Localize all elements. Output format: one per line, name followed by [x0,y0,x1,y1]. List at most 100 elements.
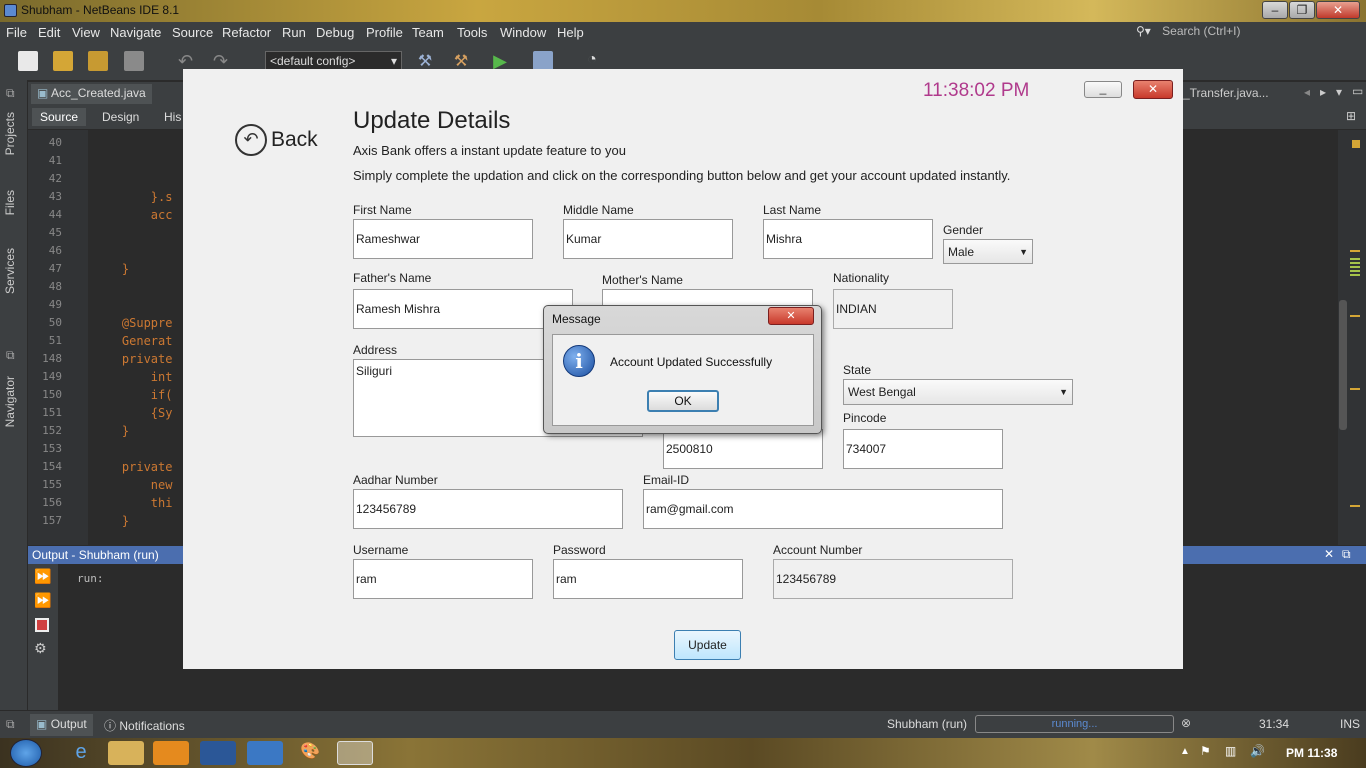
marker-5[interactable] [1350,505,1360,507]
marker-4[interactable] [1350,388,1360,390]
navigator-tab[interactable]: Navigator [3,376,17,427]
username-label: Username [353,543,409,557]
password-field[interactable]: ram [553,559,743,599]
message-body: i Account Updated Successfully OK [552,334,814,426]
tab-source[interactable]: Source [32,108,87,126]
menu-refactor[interactable]: Refactor [222,25,271,40]
menu-tools[interactable]: Tools [457,25,487,40]
gender-select[interactable]: Male ▼ [943,239,1033,264]
internet-explorer-icon[interactable]: e [63,741,99,765]
config-select[interactable]: <default config> ▾ [265,51,402,71]
java-app-taskbar-icon[interactable] [337,741,373,765]
menu-view[interactable]: View [72,25,100,40]
maximize-editor-icon[interactable]: ▭ [1352,84,1363,98]
split-add-icon[interactable]: ⊞ [1346,109,1356,123]
editor-tab-acc-created[interactable]: ▣ Acc_Created.java [31,84,152,104]
warning-marker[interactable] [1352,140,1360,148]
tab-list-dropdown-icon[interactable]: ▾ [1336,85,1342,99]
scroll-tabs-right-icon[interactable]: ▸ [1320,85,1326,99]
save-all-icon[interactable] [124,51,144,71]
menu-window[interactable]: Window [500,25,546,40]
action-center-flag-icon[interactable]: ⚑ [1200,744,1211,758]
menu-navigate[interactable]: Navigate [110,25,161,40]
close-window-button[interactable]: ✕ [1316,1,1360,19]
back-arrow-icon[interactable]: ↶ [235,124,267,156]
restore-group-icon[interactable]: ⧉ [6,86,15,101]
files-tab[interactable]: Files [3,190,17,215]
show-hidden-icons-icon[interactable]: ▲ [1180,746,1190,757]
close-dialog-button[interactable]: ✕ [1133,80,1173,99]
father-name-field[interactable]: Ramesh Mishra [353,289,573,329]
aadhar-field[interactable]: 123456789 [353,489,623,529]
undo-icon[interactable]: ↶ [178,51,198,71]
paint-icon[interactable]: 🎨 [292,741,328,765]
subtitle-1: Axis Bank offers a instant update featur… [353,143,626,158]
start-button[interactable] [10,739,42,767]
redo-icon[interactable]: ↷ [213,51,233,71]
minimize-window-button[interactable]: – [1262,1,1288,19]
first-name-field[interactable]: Rameshwar [353,219,533,259]
new-file-icon[interactable] [18,51,38,71]
phone-field[interactable]: 2500810 [663,429,823,469]
file-explorer-icon[interactable] [108,741,144,765]
scroll-tabs-left-icon[interactable]: ◂ [1304,85,1310,99]
marker-1[interactable] [1350,250,1360,252]
line-number: 45 [48,226,62,239]
update-button[interactable]: Update [674,630,741,660]
rerun-icon[interactable]: ⏩ [34,568,51,585]
state-select[interactable]: West Bengal ▼ [843,379,1073,405]
editor-scrollbar[interactable] [1339,300,1347,430]
rerun-different-icon[interactable]: ⏩ [34,592,51,609]
close-message-button[interactable]: ✕ [768,307,814,325]
ok-button[interactable]: OK [647,390,719,412]
username-field[interactable]: ram [353,559,533,599]
network-icon[interactable]: ▥ [1225,744,1236,758]
menu-help[interactable]: Help [557,25,584,40]
output-bottom-tab[interactable]: ▣ Output [30,714,93,736]
pincode-field[interactable]: 734007 [843,429,1003,469]
clean-build-icon[interactable]: ⚒ [451,51,471,71]
media-player-icon[interactable] [153,741,189,765]
services-tab[interactable]: Services [3,248,17,294]
new-project-icon[interactable] [53,51,73,71]
editor-tab-transfer[interactable]: _Transfer.java... [1183,86,1269,100]
settings-icon[interactable]: ⚙ [34,640,47,657]
maximize-window-button[interactable]: ❐ [1289,1,1315,19]
restore-group-icon[interactable]: ⧉ [6,348,15,363]
debug-icon[interactable] [533,51,553,71]
menu-profile[interactable]: Profile [366,25,403,40]
menu-edit[interactable]: Edit [38,25,60,40]
volume-icon[interactable]: 🔊 [1250,744,1265,758]
email-field[interactable]: ram@gmail.com [643,489,1003,529]
virtualbox-icon[interactable] [247,741,283,765]
middle-name-field[interactable]: Kumar [563,219,733,259]
restore-group-icon[interactable]: ⧉ [6,717,15,732]
clock-label: 11:38:02 PM [923,80,1030,101]
build-hammer-icon[interactable]: ⚒ [415,51,435,71]
cancel-task-icon[interactable]: ⊗ [1181,716,1191,730]
stop-icon[interactable] [35,618,49,632]
projects-tab[interactable]: Projects [3,112,17,155]
marker-2[interactable] [1350,258,1360,278]
last-name-field[interactable]: Mishra [763,219,933,259]
tab-design[interactable]: Design [102,110,139,124]
menu-file[interactable]: File [6,25,27,40]
close-output-icon[interactable]: ✕ [1324,547,1334,561]
profile-icon[interactable]: ◔ [582,51,602,71]
menu-debug[interactable]: Debug [316,25,354,40]
notifications-tab[interactable]: ⓘ Notifications [104,717,185,734]
minimize-dialog-button[interactable]: _ [1084,81,1122,98]
system-clock[interactable]: PM 11:38 [1286,746,1337,760]
middle-name-label: Middle Name [563,203,634,217]
run-icon[interactable]: ▶ [490,51,510,71]
menu-run[interactable]: Run [282,25,306,40]
tab-history[interactable]: His [164,110,181,124]
search-input[interactable]: ⚲▾ Search (Ctrl+I) [1136,24,1356,42]
menu-source[interactable]: Source [172,25,213,40]
word-icon[interactable] [200,741,236,765]
marker-3[interactable] [1350,315,1360,317]
menu-team[interactable]: Team [412,25,444,40]
back-button[interactable]: Back [271,128,318,152]
open-project-icon[interactable] [88,51,108,71]
restore-output-icon[interactable]: ⧉ [1342,547,1351,562]
